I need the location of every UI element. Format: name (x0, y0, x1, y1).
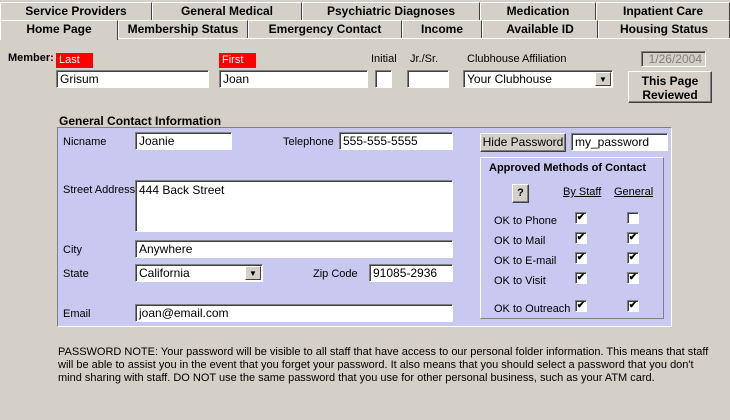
password-input[interactable]: my_password (571, 133, 668, 151)
chevron-down-icon[interactable]: ▼ (245, 266, 261, 280)
password-note: PASSWORD NOTE: Your password will be vis… (58, 346, 709, 384)
nickname-input[interactable]: Joanie (135, 132, 232, 150)
general-header[interactable]: General (614, 186, 653, 198)
tab-home-page[interactable]: Home Page (0, 20, 118, 40)
help-button[interactable]: ? (512, 184, 529, 203)
first-name-input[interactable]: Joan (219, 70, 368, 88)
mail-staff-checkbox[interactable]: ✔ (575, 232, 587, 244)
tab-inpatient-care[interactable]: Inpatient Care (596, 2, 730, 20)
city-input[interactable]: Anywhere (135, 240, 453, 258)
nickname-label: Nicname (63, 136, 107, 148)
state-label: State (63, 268, 89, 280)
tab-medication[interactable]: Medication (480, 2, 596, 20)
method-label-visit: OK to Visit (494, 275, 546, 287)
first-name-label: First (219, 53, 256, 68)
tab-emergency-contact[interactable]: Emergency Contact (248, 20, 402, 38)
member-label: Member: (8, 52, 54, 64)
initial-input[interactable] (375, 70, 392, 88)
visit-general-checkbox[interactable]: ✔ (627, 272, 639, 284)
tab-income[interactable]: Income (402, 20, 482, 38)
phone-general-checkbox[interactable] (627, 212, 639, 224)
tab-divider (118, 38, 730, 39)
method-label-mail: OK to Mail (494, 235, 546, 247)
street-label: Street Address (63, 184, 136, 196)
email-input[interactable]: joan@email.com (135, 304, 453, 322)
page-reviewed-label: This Page Reviewed (641, 74, 699, 102)
telephone-input[interactable]: 555-555-5555 (339, 132, 453, 150)
email-label: Email (63, 308, 91, 320)
email-staff-checkbox[interactable]: ✔ (575, 252, 587, 264)
telephone-label: Telephone (283, 136, 334, 148)
outreach-staff-checkbox[interactable]: ✔ (575, 300, 587, 312)
clubhouse-select[interactable]: Your Clubhouse (463, 70, 613, 88)
zip-label: Zip Code (313, 268, 358, 280)
zip-input[interactable]: 91085-2936 (369, 264, 453, 282)
tab-membership-status[interactable]: Membership Status (118, 20, 248, 38)
suffix-input[interactable] (407, 70, 449, 88)
tab-available-id[interactable]: Available ID (482, 20, 598, 38)
clubhouse-label: Clubhouse Affiliation (467, 53, 567, 65)
mail-general-checkbox[interactable]: ✔ (627, 232, 639, 244)
method-label-outreach: OK to Outreach (494, 303, 571, 315)
tab-psychiatric-diagnoses[interactable]: Psychiatric Diagnoses (302, 2, 480, 20)
street-textarea[interactable]: 444 Back Street (135, 180, 453, 232)
outreach-general-checkbox[interactable]: ✔ (627, 300, 639, 312)
section-title: General Contact Information (59, 114, 222, 128)
city-label: City (63, 244, 82, 256)
visit-staff-checkbox[interactable]: ✔ (575, 272, 587, 284)
method-label-phone: OK to Phone (494, 215, 557, 227)
suffix-label: Jr./Sr. (410, 53, 439, 65)
method-label-email: OK to E-mail (494, 255, 557, 267)
state-select[interactable]: California (135, 264, 263, 282)
methods-title: Approved Methods of Contact (489, 162, 647, 174)
chevron-down-icon[interactable]: ▼ (595, 72, 611, 86)
page-reviewed-button[interactable]: This Page Reviewed (628, 71, 712, 103)
date-field: 1/26/2004 (641, 51, 706, 67)
tab-service-providers[interactable]: Service Providers (0, 2, 152, 20)
tab-housing-status[interactable]: Housing Status (598, 20, 730, 38)
initial-label: Initial (371, 53, 397, 65)
email-general-checkbox[interactable]: ✔ (627, 252, 639, 264)
tab-general-medical[interactable]: General Medical (152, 2, 302, 20)
last-name-input[interactable]: Grisum (56, 70, 209, 88)
last-name-label: Last (56, 53, 93, 68)
phone-staff-checkbox[interactable]: ✔ (575, 212, 587, 224)
hide-password-button[interactable]: Hide Password (480, 133, 566, 152)
by-staff-header[interactable]: By Staff (563, 186, 601, 198)
